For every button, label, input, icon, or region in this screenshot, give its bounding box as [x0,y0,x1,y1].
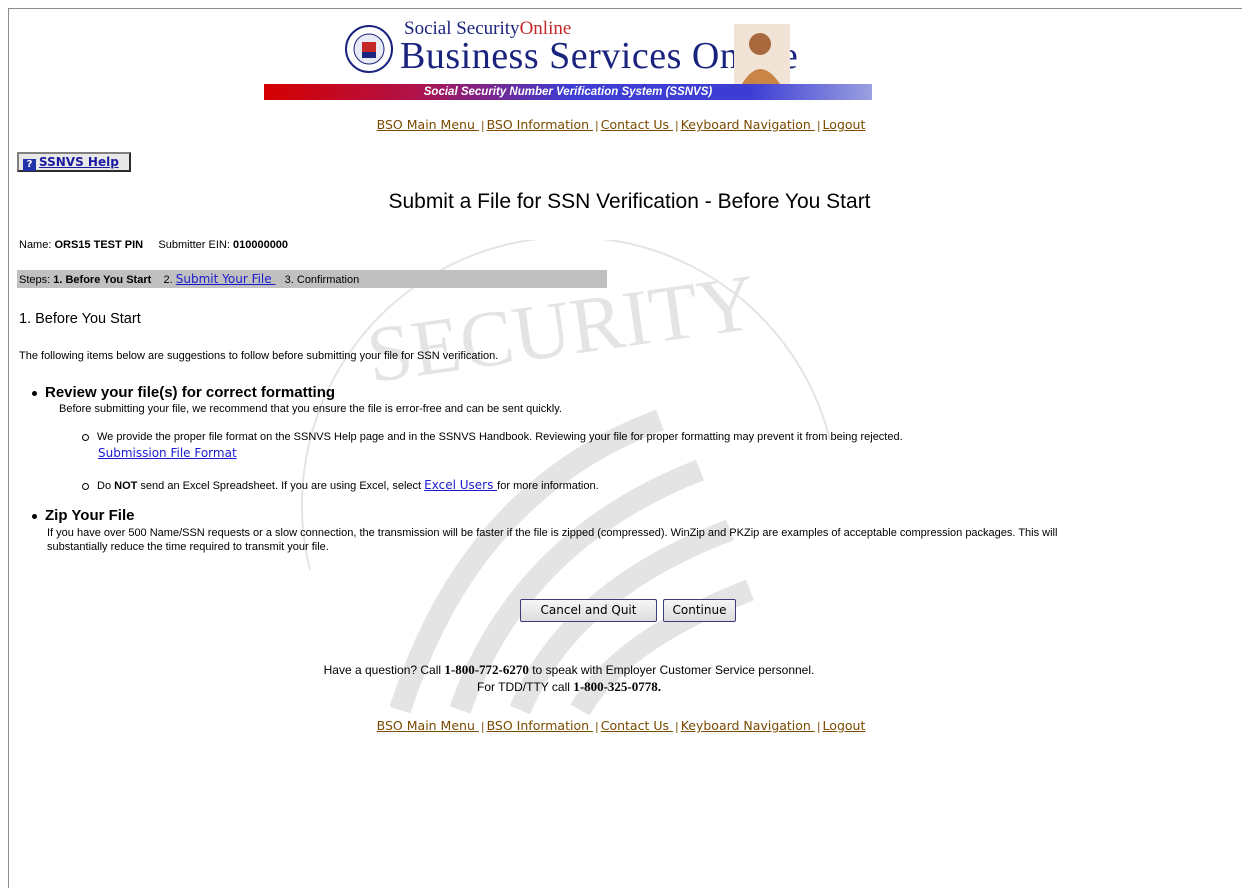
cancel-and-quit-button[interactable]: Cancel and Quit [520,599,657,622]
nav-contact-us[interactable]: Contact Us [601,117,673,132]
section-heading: 1. Before You Start [19,311,141,327]
steps-label: Steps: [19,274,51,286]
review-bullet-title: Review your file(s) for correct formatti… [32,384,335,401]
zip-desc-line1: If you have over 500 Name/SSN requests o… [47,527,1058,539]
contact-text-pre: Have a question? Call [323,663,445,677]
contact-line-1: Have a question? Call 1-800-772-6270 to … [0,662,1139,678]
contact-line-2: For TDD/TTY call 1-800-325-0778. [0,679,1139,695]
submitter-info: Name: ORS15 TEST PIN Submitter EIN: 0100… [19,239,288,251]
step-2-submit-link[interactable]: Submit Your File [176,272,276,286]
excel-text-bold: NOT [114,480,138,492]
excel-text-mid: send an Excel Spreadsheet. If you are us… [137,480,425,492]
nav-contact-us[interactable]: Contact Us [601,718,673,733]
nav-bso-main-menu[interactable]: BSO Main Menu [377,718,479,733]
nav-separator: | [595,119,599,132]
ssnvs-help-button[interactable]: ? SSNVS Help [17,152,131,172]
nav-logout[interactable]: Logout [823,117,866,132]
help-question-icon: ? [23,159,36,171]
nav-bso-information[interactable]: BSO Information [487,718,593,733]
top-nav: BSO Main Menu | BSO Information | Contact … [0,117,1242,132]
intro-text: The following items below are suggestion… [19,350,499,362]
ein-label: Submitter EIN: [158,239,230,251]
continue-button[interactable]: Continue [663,599,736,622]
zip-desc-line2: substantially reduce the time required t… [47,541,329,553]
nav-separator: | [480,720,485,733]
circle-bullet-icon [82,433,89,441]
zip-title-text: Zip Your File [45,507,135,524]
nav-separator: | [674,119,679,132]
steps-bar: Steps: 1. Before You Start 2. Submit You… [17,270,607,288]
excel-text-post: for more information. [497,480,599,492]
ssa-seal-icon [345,25,393,73]
zip-bullet-title: Zip Your File [32,507,134,524]
page-title: Submit a File for SSN Verification - Bef… [388,190,871,213]
nav-bso-information[interactable]: BSO Information [487,117,593,132]
circle-bullet-icon [82,482,89,490]
nav-separator: | [816,119,821,132]
step-1-current: 1. Before You Start [53,274,152,286]
review-item-format: We provide the proper file format on the… [82,431,903,444]
nav-keyboard-navigation[interactable]: Keyboard Navigation [681,718,815,733]
contact-text-post: to speak with Employer Customer Service … [528,663,815,677]
step-3-confirmation: 3. Confirmation [284,274,360,286]
bso-banner: Social SecurityOnline Business Services … [264,18,872,110]
banner-person-photo [734,24,790,84]
submission-file-format-link[interactable]: Submission File Format [98,446,237,460]
nav-separator: | [595,720,599,733]
review-item-format-text: We provide the proper file format on the… [97,431,903,443]
nav-keyboard-navigation[interactable]: Keyboard Navigation [681,117,815,132]
nav-logout[interactable]: Logout [823,718,866,733]
review-title-text: Review your file(s) for correct formatti… [45,384,336,401]
nav-bso-main-menu[interactable]: BSO Main Menu [377,117,479,132]
name-label: Name: [19,239,52,251]
bullet-icon [32,513,37,519]
banner-subtitle: Social Security Number Verification Syst… [423,86,713,98]
excel-text-pre: Do [97,480,115,492]
name-value: ORS15 TEST PIN [54,239,144,251]
bullet-icon [32,390,37,396]
bottom-nav: BSO Main Menu | BSO Information | Contact … [0,718,1242,733]
ein-value: 010000000 [232,239,289,251]
nav-separator: | [816,720,821,733]
excel-users-link[interactable]: Excel Users [424,478,497,492]
tdd-text: For TDD/TTY call [477,680,574,694]
review-desc: Before submitting your file, we recommen… [59,403,562,415]
nav-separator: | [674,720,679,733]
ssnvs-help-label: SSNVS Help [39,155,119,169]
tdd-phone: 1-800-325-0778. [573,679,661,694]
review-item-excel: Do NOT send an Excel Spreadsheet. If you… [82,479,599,493]
step-2-number: 2. [163,274,173,286]
contact-phone: 1-800-772-6270 [444,662,529,677]
nav-separator: | [480,119,485,132]
